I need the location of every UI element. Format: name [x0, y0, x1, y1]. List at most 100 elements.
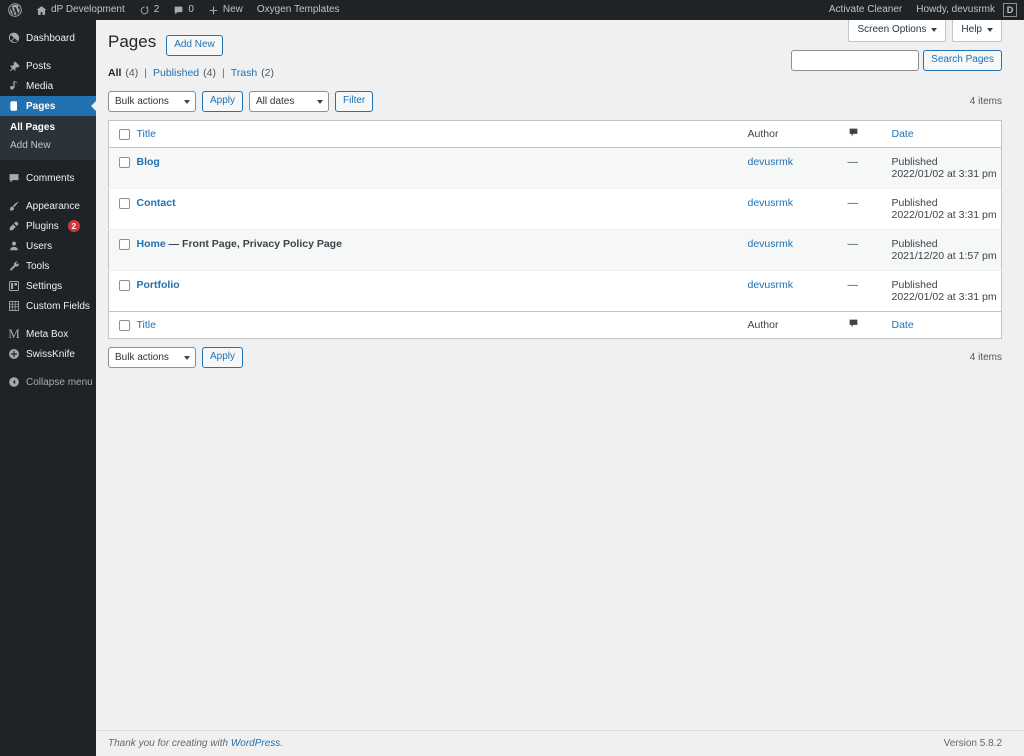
column-header-title[interactable]: Title: [136, 120, 748, 148]
help-label: Help: [961, 24, 982, 35]
views-separator: |: [221, 67, 225, 79]
bulk-actions-select[interactable]: Bulk actions: [108, 90, 196, 112]
row-date-cell: Published 2021/12/20 at 1:57 pm: [891, 229, 1002, 271]
sidebar-item-pages[interactable]: Pages: [0, 96, 97, 116]
search-pages-button[interactable]: Search Pages: [923, 50, 1002, 71]
search-input[interactable]: [791, 50, 920, 71]
row-checkbox[interactable]: [119, 197, 130, 209]
sidebar-item-custom-fields[interactable]: Custom Fields: [0, 296, 96, 316]
comment-bubble-icon: [8, 172, 20, 184]
sidebar-item-plugins[interactable]: Plugins 2: [0, 216, 96, 236]
sidebar-item-comments[interactable]: Comments: [0, 168, 96, 188]
menu-spacer-1: [0, 48, 96, 56]
column-footer-date[interactable]: Date: [891, 311, 1002, 339]
column-footer-comments[interactable]: [847, 311, 892, 339]
table-header-row: Title Author Date: [108, 120, 1002, 148]
user-icon: [8, 240, 20, 252]
admin-bar-right: Activate Cleaner Howdy, devusrmk D: [822, 0, 1024, 20]
wordpress-link[interactable]: WordPress: [231, 738, 280, 749]
row-date-status: Published: [891, 197, 938, 209]
column-header-date[interactable]: Date: [891, 120, 1002, 148]
row-checkbox-cell[interactable]: [108, 270, 137, 312]
row-author-link[interactable]: devusrmk: [748, 279, 794, 291]
sidebar-item-appearance[interactable]: Appearance: [0, 196, 96, 216]
row-checkbox-cell[interactable]: [108, 188, 137, 230]
select-all-checkbox-footer[interactable]: [119, 319, 130, 331]
column-date-label: Date: [891, 128, 914, 140]
screen-options-button[interactable]: Screen Options: [848, 20, 947, 42]
view-all-link[interactable]: All: [108, 67, 121, 79]
views-separator: |: [144, 67, 147, 79]
sidebar-item-tools[interactable]: Tools: [0, 256, 96, 276]
column-title-label: Title: [136, 128, 156, 140]
comment-bubble-icon: [173, 5, 184, 16]
apply-button-bottom[interactable]: Apply: [202, 346, 244, 368]
row-date-value: 2022/01/02 at 3:31 pm: [891, 168, 997, 180]
row-checkbox[interactable]: [119, 279, 130, 291]
row-checkbox[interactable]: [119, 156, 130, 168]
metabox-m-icon: M: [8, 326, 20, 341]
tablenav-top: Bulk actions Apply All dates Filter 4 it…: [108, 90, 1002, 112]
account-menu-item[interactable]: Howdy, devusrmk D: [909, 0, 1024, 20]
select-all-header[interactable]: [108, 120, 137, 148]
footer-version: Version 5.8.2: [943, 738, 1002, 749]
row-date-cell: Published 2022/01/02 at 3:31 pm: [891, 188, 1002, 230]
sidebar-item-meta-box[interactable]: M Meta Box: [0, 324, 96, 344]
activate-cleaner-label: Activate Cleaner: [828, 4, 903, 15]
row-author-cell: devusrmk: [747, 270, 848, 312]
select-all-checkbox[interactable]: [119, 128, 130, 140]
view-published-link[interactable]: Published: [153, 67, 199, 79]
row-comments-value: —: [847, 197, 859, 209]
apply-button-top[interactable]: Apply: [202, 90, 244, 112]
oxygen-templates-menu-item[interactable]: Oxygen Templates: [250, 0, 347, 20]
row-comments-cell: —: [847, 188, 892, 230]
submenu-item-add-new[interactable]: Add New: [0, 137, 96, 155]
wp-logo-menu-item[interactable]: [0, 0, 29, 20]
column-header-comments[interactable]: [847, 120, 892, 148]
sidebar-item-swissknife[interactable]: SwissKnife: [0, 344, 96, 364]
row-checkbox-cell[interactable]: [108, 229, 137, 271]
site-name-menu-item[interactable]: dP Development: [29, 0, 132, 20]
row-title-link[interactable]: Blog: [137, 156, 160, 168]
collapse-menu-button[interactable]: Collapse menu: [0, 372, 96, 392]
view-all-count: (4): [125, 67, 139, 79]
updates-menu-item[interactable]: 2: [132, 0, 167, 20]
row-author-cell: devusrmk: [747, 147, 848, 189]
date-filter-select[interactable]: All dates: [249, 90, 330, 112]
add-new-button[interactable]: Add New: [166, 35, 223, 56]
sidebar-item-settings[interactable]: Settings: [0, 276, 96, 296]
view-trash-link[interactable]: Trash: [231, 67, 257, 79]
row-comments-cell: —: [847, 147, 892, 189]
bulk-actions-select-bottom[interactable]: Bulk actions: [108, 346, 196, 368]
help-button[interactable]: Help: [952, 20, 1002, 42]
column-footer-title[interactable]: Title: [136, 311, 748, 339]
pages-table: Title Author Date Blog devusrmk — Publis…: [108, 120, 1002, 339]
row-title-link[interactable]: Home: [137, 238, 166, 250]
row-title-link[interactable]: Portfolio: [137, 279, 180, 291]
comments-menu-item[interactable]: 0: [166, 0, 201, 20]
pages-submenu: All Pages Add New: [0, 116, 96, 160]
filter-button[interactable]: Filter: [335, 90, 374, 112]
select-all-footer[interactable]: [108, 311, 137, 339]
row-author-link[interactable]: devusrmk: [748, 197, 794, 209]
row-comments-cell: —: [847, 270, 892, 312]
sidebar-item-posts[interactable]: Posts: [0, 56, 96, 76]
column-title-label-footer: Title: [136, 319, 156, 331]
submenu-item-all-pages[interactable]: All Pages: [0, 119, 96, 137]
row-checkbox-cell[interactable]: [108, 147, 137, 189]
menu-spacer-top: [0, 20, 96, 28]
row-author-link[interactable]: devusrmk: [748, 238, 794, 250]
tablenav-bottom: Bulk actions Apply 4 items: [108, 346, 1002, 368]
view-trash-count: (2): [261, 67, 274, 79]
row-title-link[interactable]: Contact: [137, 197, 176, 209]
activate-cleaner-menu-item[interactable]: Activate Cleaner: [822, 0, 909, 20]
column-date-label-footer: Date: [891, 319, 914, 331]
new-content-menu-item[interactable]: New: [201, 0, 250, 20]
row-checkbox[interactable]: [119, 238, 130, 250]
menu-spacer-2: [0, 160, 96, 168]
admin-bar-left: dP Development 2 0 New Oxygen Templates: [0, 0, 347, 20]
sidebar-item-dashboard[interactable]: Dashboard: [0, 28, 96, 48]
row-author-link[interactable]: devusrmk: [748, 156, 794, 168]
sidebar-item-media[interactable]: Media: [0, 76, 96, 96]
sidebar-item-users[interactable]: Users: [0, 236, 96, 256]
